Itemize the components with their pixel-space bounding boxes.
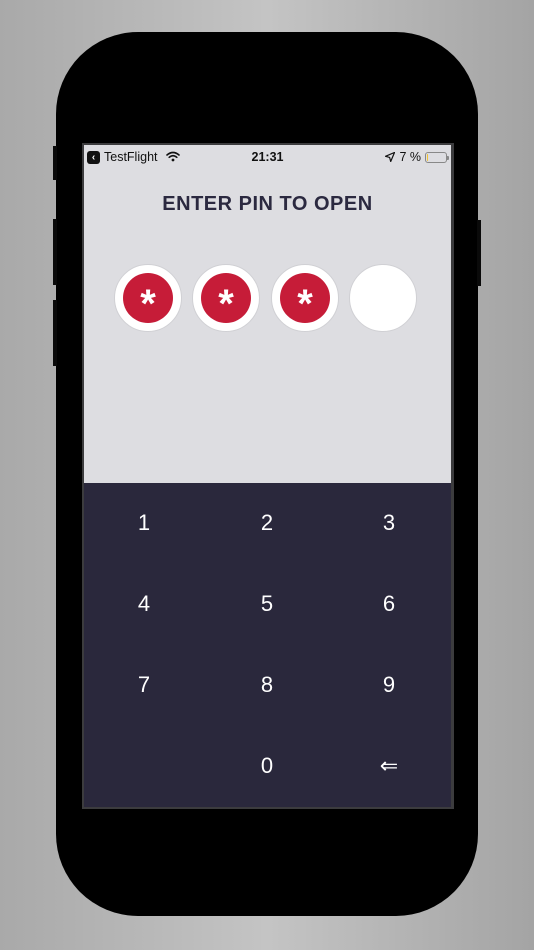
- location-arrow-icon: [385, 152, 396, 162]
- key-7[interactable]: 7: [84, 650, 204, 720]
- pin-slot-3: *: [271, 264, 339, 332]
- pin-slot-2: *: [192, 264, 260, 332]
- backspace-key[interactable]: ⇐: [329, 731, 449, 801]
- status-bar: ‹ TestFlight 21:31 7 %: [84, 145, 451, 169]
- pin-slot-1: *: [114, 264, 182, 332]
- volume-up-button: [53, 219, 57, 285]
- volume-down-button: [53, 300, 57, 366]
- pin-indicator: * * *: [114, 264, 422, 334]
- key-8[interactable]: 8: [207, 650, 327, 720]
- pin-dot-filled: *: [280, 273, 330, 326]
- key-2[interactable]: 2: [207, 488, 327, 558]
- battery-percent: 7 %: [399, 150, 421, 164]
- power-button: [477, 220, 481, 286]
- numeric-keypad: 1 2 3 4 5 6 7 8 9 0 ⇐: [84, 483, 451, 807]
- screen-content: ‹ TestFlight 21:31 7 % ENTER PIN TO OPEN…: [84, 145, 451, 807]
- screen: ‹ TestFlight 21:31 7 % ENTER PIN TO OPEN…: [82, 143, 454, 809]
- key-0[interactable]: 0: [207, 731, 327, 801]
- key-9[interactable]: 9: [329, 650, 449, 720]
- status-right: 7 %: [385, 150, 449, 164]
- pin-dot-filled: *: [123, 273, 173, 326]
- key-3[interactable]: 3: [329, 488, 449, 558]
- pin-dot-filled: *: [201, 273, 251, 326]
- mute-switch: [53, 146, 57, 180]
- keypad-blank: [84, 731, 204, 801]
- page-title: ENTER PIN TO OPEN: [162, 193, 373, 215]
- key-4[interactable]: 4: [84, 569, 204, 639]
- pin-slot-4: [349, 264, 417, 332]
- key-1[interactable]: 1: [84, 488, 204, 558]
- battery-icon: [425, 151, 449, 163]
- key-6[interactable]: 6: [329, 569, 449, 639]
- key-5[interactable]: 5: [207, 569, 327, 639]
- battery-level-fill: [427, 153, 429, 161]
